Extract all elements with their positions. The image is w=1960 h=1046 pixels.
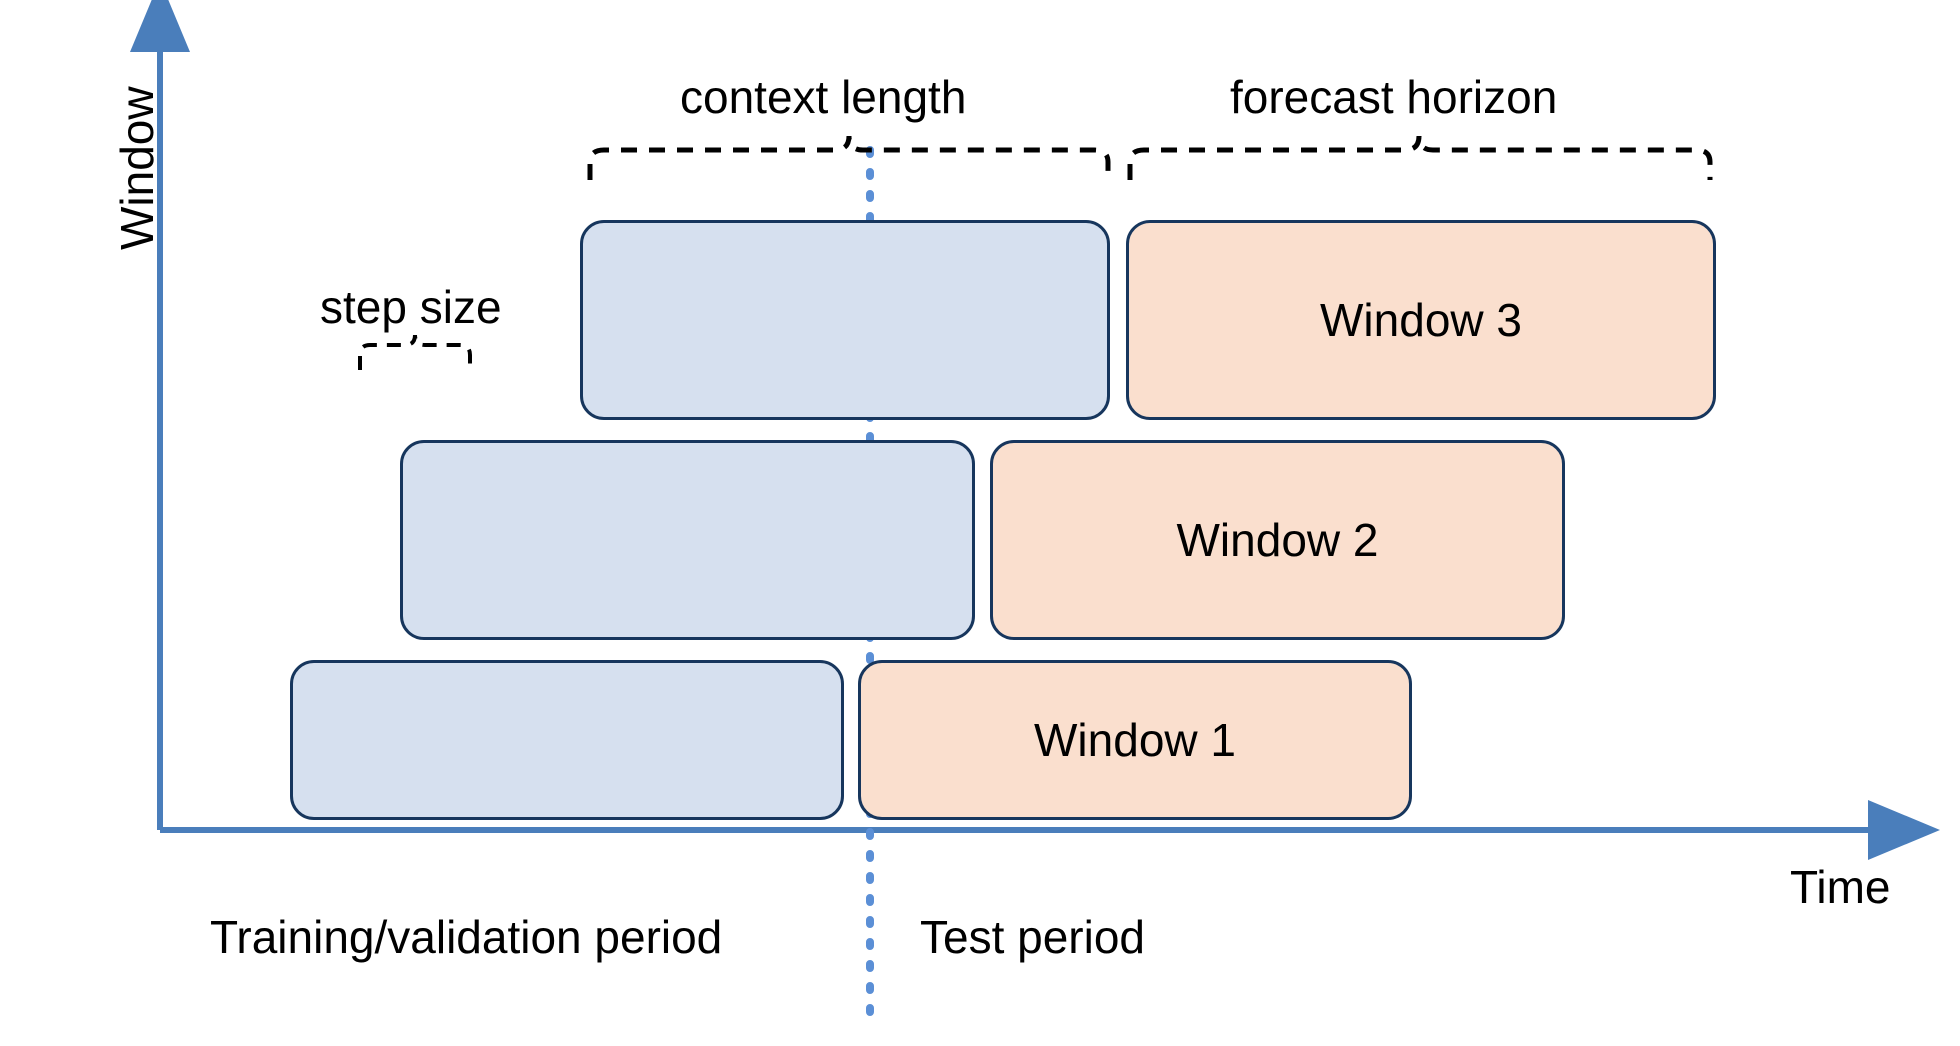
context-length-label: context length [680,70,966,124]
window-3-label: Window 3 [1129,293,1713,347]
x-axis-label: Time [1790,860,1891,914]
step-size-label: step size [320,280,502,334]
forecast-horizon-label: forecast horizon [1230,70,1557,124]
diagram-stage: Window Time context length forecast hori… [0,0,1960,1046]
window-1-forecast-box: Window 1 [858,660,1412,820]
axes-svg [0,0,1960,1046]
y-axis-label: Window [110,86,164,250]
test-period-label: Test period [920,910,1145,964]
window-2-forecast-box: Window 2 [990,440,1565,640]
window-1-label: Window 1 [861,713,1409,767]
training-period-label: Training/validation period [210,910,722,964]
window-1-context-box [290,660,844,820]
window-3-context-box [580,220,1110,420]
window-3-forecast-box: Window 3 [1126,220,1716,420]
window-2-label: Window 2 [993,513,1562,567]
window-2-context-box [400,440,975,640]
